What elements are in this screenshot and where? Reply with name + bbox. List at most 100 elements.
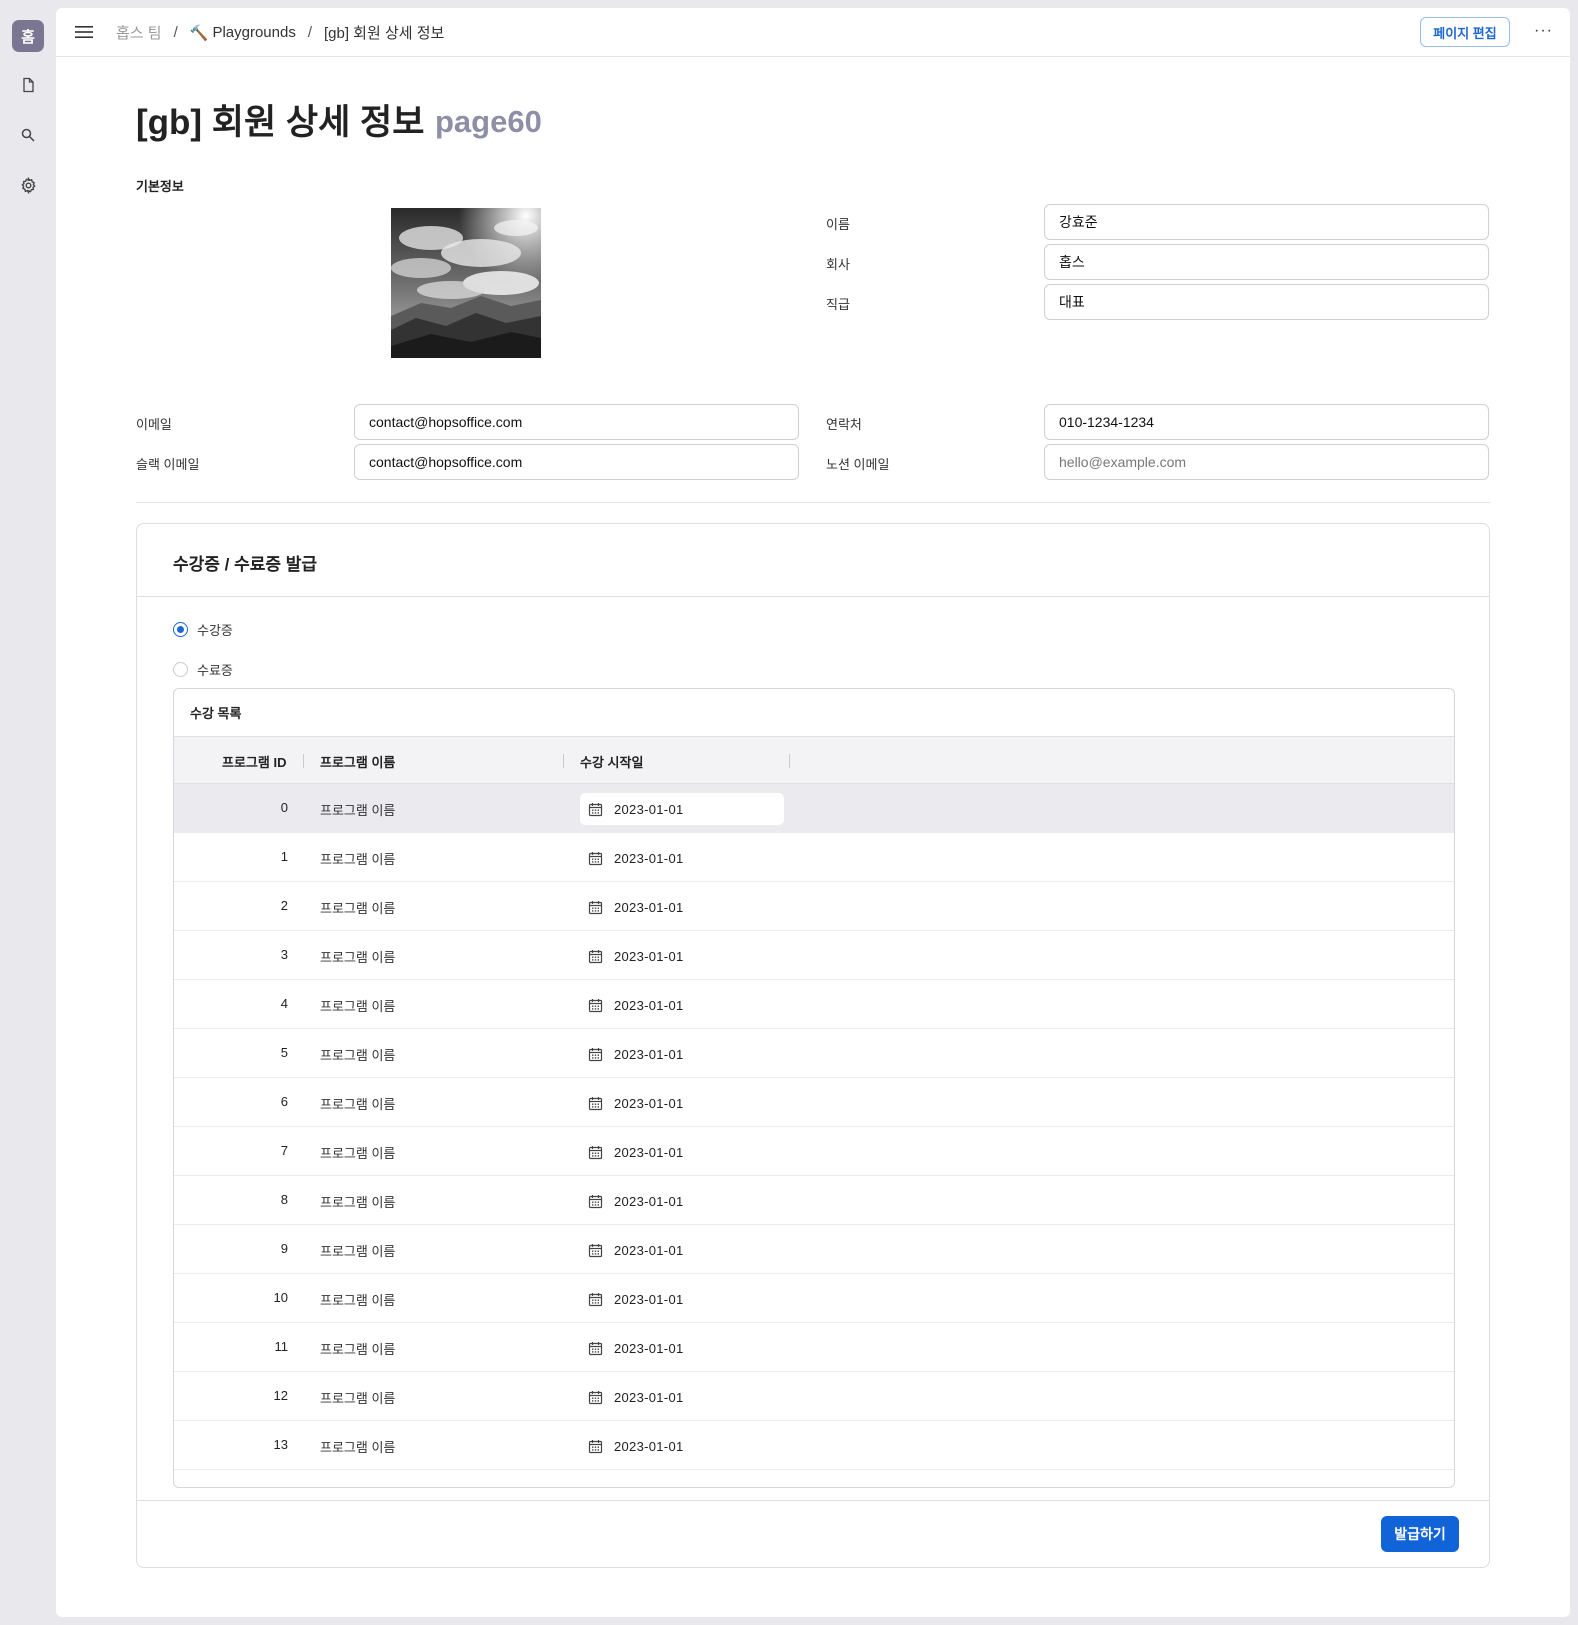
cell-program-name: 프로그램 이름 xyxy=(320,950,396,965)
cell-program-id: 10 xyxy=(273,1290,288,1305)
cell-start-date-picker[interactable]: 2023-01-01 xyxy=(580,1430,784,1462)
issue-button[interactable]: 발급하기 xyxy=(1381,1516,1459,1552)
slack-email-field[interactable]: contact@hopsoffice.com xyxy=(354,444,799,480)
notion-email-field[interactable]: hello@example.com xyxy=(1044,444,1489,480)
calendar-icon xyxy=(588,851,603,866)
workspace-home-button[interactable]: 홈 xyxy=(12,20,44,52)
table-row[interactable]: 10 프로그램 이름 2023-01-01 xyxy=(174,1274,1454,1323)
radio-enrollment-certificate[interactable]: 수강증 xyxy=(173,620,233,639)
table-row[interactable]: 1 프로그램 이름 2023-01-01 xyxy=(174,833,1454,882)
breadcrumb-separator: / xyxy=(173,24,178,41)
page-icon[interactable] xyxy=(16,73,40,97)
cell-program-name: 프로그램 이름 xyxy=(320,1391,396,1406)
left-rail: 홈 xyxy=(0,0,56,1625)
table-header: 프로그램 ID 프로그램 이름 수강 시작일 xyxy=(174,736,1454,784)
calendar-icon xyxy=(588,900,603,915)
breadcrumb-separator: / xyxy=(307,24,312,41)
radio-completion-certificate[interactable]: 수료증 xyxy=(173,660,233,679)
cell-start-date-picker[interactable]: 2023-01-01 xyxy=(580,1234,784,1266)
table-row[interactable]: 3 프로그램 이름 2023-01-01 xyxy=(174,931,1454,980)
column-header-program-name[interactable]: 프로그램 이름 xyxy=(320,752,395,771)
cell-start-date-picker[interactable]: 2023-01-01 xyxy=(580,1283,784,1315)
table-row[interactable]: 5 프로그램 이름 2023-01-01 xyxy=(174,1029,1454,1078)
table-row[interactable]: 2 프로그램 이름 2023-01-01 xyxy=(174,882,1454,931)
calendar-icon xyxy=(588,998,603,1013)
gear-icon[interactable] xyxy=(16,173,40,197)
column-header-program-id[interactable]: 프로그램 ID xyxy=(222,752,286,771)
calendar-icon xyxy=(588,1047,603,1062)
start-date-value: 2023-01-01 xyxy=(614,1144,684,1160)
cell-start-date-picker[interactable]: 2023-01-01 xyxy=(580,1332,784,1364)
breadcrumb: 홉스 팀 / 🔨 Playgrounds / [gb] 회원 상세 정보 xyxy=(116,22,444,43)
phone-label: 연락처 xyxy=(826,417,862,432)
cell-start-date-picker[interactable]: 2023-01-01 xyxy=(580,891,784,923)
calendar-icon xyxy=(588,949,603,964)
cell-start-date-picker[interactable]: 2023-01-01 xyxy=(580,940,784,972)
cell-start-date-picker[interactable]: 2023-01-01 xyxy=(580,1381,784,1413)
table-row[interactable]: 8 프로그램 이름 2023-01-01 xyxy=(174,1176,1454,1225)
cell-start-date-picker[interactable]: 2023-01-01 xyxy=(580,989,784,1021)
start-date-value: 2023-01-01 xyxy=(614,1193,684,1209)
cell-start-date-picker[interactable]: 2023-01-01 xyxy=(580,1038,784,1070)
table-row[interactable]: 4 프로그램 이름 2023-01-01 xyxy=(174,980,1454,1029)
email-label: 이메일 xyxy=(136,417,172,432)
company-field[interactable]: 홉스 xyxy=(1044,244,1489,280)
cell-program-name: 프로그램 이름 xyxy=(320,1293,396,1308)
table-row[interactable]: 13 프로그램 이름 2023-01-01 xyxy=(174,1421,1454,1470)
page-title: [gb] 회원 상세 정보 xyxy=(136,103,425,142)
column-header-start-date[interactable]: 수강 시작일 xyxy=(580,752,643,771)
start-date-value: 2023-01-01 xyxy=(614,850,684,866)
cell-program-id: 9 xyxy=(280,1241,288,1256)
radio-selected-icon[interactable] xyxy=(173,622,188,637)
cell-program-id: 0 xyxy=(280,800,288,815)
table-row[interactable]: 7 프로그램 이름 2023-01-01 xyxy=(174,1127,1454,1176)
cell-start-date-picker[interactable]: 2023-01-01 xyxy=(580,1136,784,1168)
email-field[interactable]: contact@hopsoffice.com xyxy=(354,404,799,440)
cell-start-date-picker[interactable]: 2023-01-01 xyxy=(580,793,784,825)
certificate-card: 수강증 / 수료증 발급 수강증 수료증 수강 목록 프로그램 ID 프로그램 … xyxy=(136,523,1490,1568)
calendar-icon xyxy=(588,1439,603,1454)
table-row[interactable]: 9 프로그램 이름 2023-01-01 xyxy=(174,1225,1454,1274)
top-bar: 홉스 팀 / 🔨 Playgrounds / [gb] 회원 상세 정보 페이지… xyxy=(56,8,1570,57)
table-row[interactable]: 6 프로그램 이름 2023-01-01 xyxy=(174,1078,1454,1127)
search-icon[interactable] xyxy=(16,123,40,147)
calendar-icon xyxy=(588,1243,603,1258)
table-body: 0 프로그램 이름 2023-01-01 1 프로그램 이름 2023-01-01 2 프로그… xyxy=(174,784,1454,1470)
position-field[interactable]: 대표 xyxy=(1044,284,1489,320)
hamburger-menu-icon[interactable] xyxy=(72,20,96,44)
cell-program-id: 7 xyxy=(280,1143,288,1158)
edit-page-button[interactable]: 페이지 편집 xyxy=(1420,17,1510,47)
cell-program-name: 프로그램 이름 xyxy=(320,1244,396,1259)
start-date-value: 2023-01-01 xyxy=(614,997,684,1013)
start-date-value: 2023-01-01 xyxy=(614,1389,684,1405)
cell-program-id: 13 xyxy=(273,1437,288,1452)
table-row[interactable]: 12 프로그램 이름 2023-01-01 xyxy=(174,1372,1454,1421)
name-label: 이름 xyxy=(826,217,850,232)
breadcrumb-team[interactable]: 홉스 팀 xyxy=(116,22,162,43)
radio-unselected-icon[interactable] xyxy=(173,662,188,677)
start-date-value: 2023-01-01 xyxy=(614,1340,684,1356)
column-resize-handle[interactable] xyxy=(563,754,564,768)
start-date-value: 2023-01-01 xyxy=(614,801,684,817)
column-resize-handle[interactable] xyxy=(789,754,790,768)
table-row[interactable]: 0 프로그램 이름 2023-01-01 xyxy=(174,784,1454,833)
cell-start-date-picker[interactable]: 2023-01-01 xyxy=(580,1087,784,1119)
table-row[interactable]: 11 프로그램 이름 2023-01-01 xyxy=(174,1323,1454,1372)
start-date-value: 2023-01-01 xyxy=(614,1291,684,1307)
radio-label: 수강증 xyxy=(197,623,233,638)
start-date-value: 2023-01-01 xyxy=(614,899,684,915)
start-date-value: 2023-01-01 xyxy=(614,948,684,964)
cell-start-date-picker[interactable]: 2023-01-01 xyxy=(580,842,784,874)
name-field[interactable]: 강효준 xyxy=(1044,204,1489,240)
column-resize-handle[interactable] xyxy=(303,754,304,768)
slack-email-label: 슬랙 이메일 xyxy=(136,457,200,472)
notion-email-label: 노션 이메일 xyxy=(826,457,890,472)
more-options-icon[interactable]: ··· xyxy=(1534,22,1553,40)
card-header-divider xyxy=(137,596,1489,597)
cell-start-date-picker[interactable]: 2023-01-01 xyxy=(580,1185,784,1217)
basic-info-heading: 기본정보 xyxy=(136,179,184,194)
breadcrumb-playgrounds[interactable]: Playgrounds xyxy=(212,24,295,41)
phone-field[interactable]: 010-1234-1234 xyxy=(1044,404,1489,440)
table-caption: 수강 목록 xyxy=(190,706,242,721)
calendar-icon xyxy=(588,1292,603,1307)
